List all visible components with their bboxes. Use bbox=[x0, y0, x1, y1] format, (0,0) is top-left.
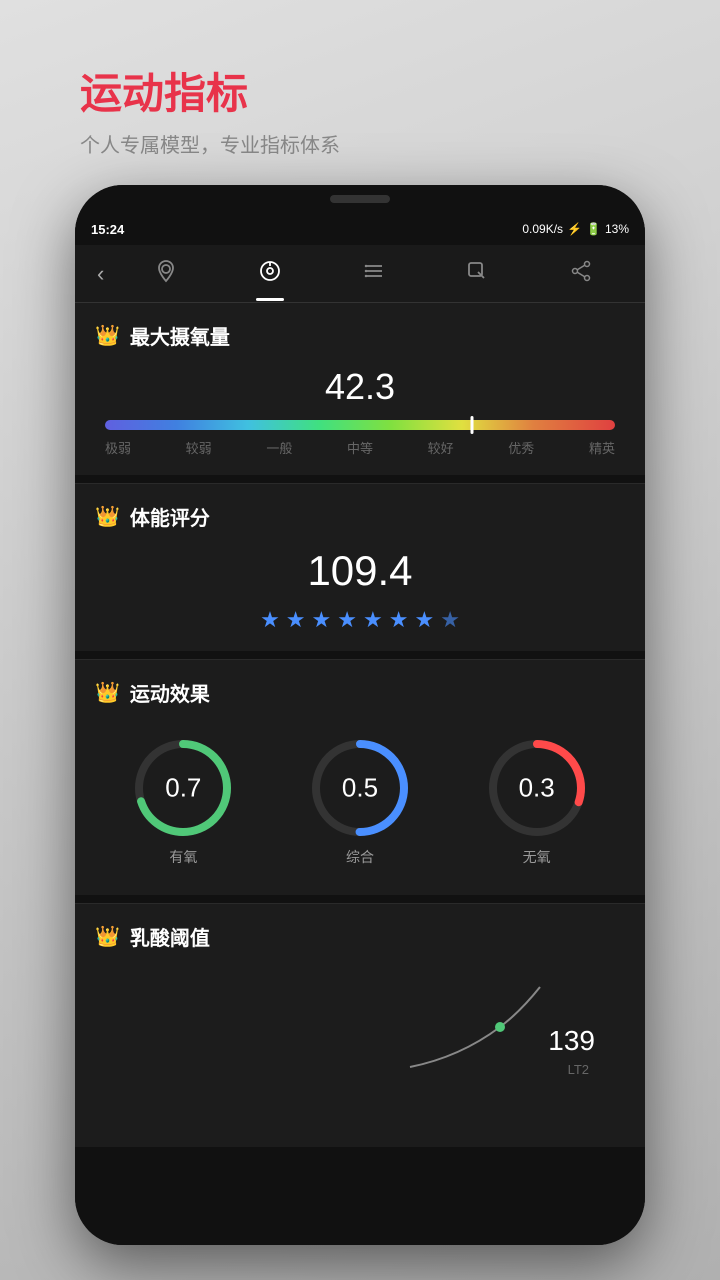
nav-share-icon[interactable] bbox=[561, 255, 601, 293]
effect-aerobic: 0.7 有氧 bbox=[128, 733, 238, 867]
nav-list-icon[interactable] bbox=[354, 255, 394, 293]
anaer-value: 0.3 bbox=[519, 773, 555, 804]
nav-icons bbox=[114, 255, 633, 293]
aerobic-circle-container: 0.7 bbox=[128, 733, 238, 843]
comp-center: 0.5 bbox=[342, 773, 378, 804]
gauge-label-3: 中等 bbox=[347, 438, 373, 457]
comp-value: 0.5 bbox=[342, 773, 378, 804]
nav-activity-icon[interactable] bbox=[250, 255, 290, 293]
aerobic-center: 0.7 bbox=[165, 773, 201, 804]
lactate-chart-area: 139 LT2 bbox=[95, 967, 625, 1087]
crown-icon-4: 👑 bbox=[95, 924, 120, 949]
crown-icon-3: 👑 bbox=[95, 680, 120, 705]
lactate-curve-svg bbox=[95, 967, 625, 1087]
nav-bar: ‹ bbox=[75, 245, 645, 303]
fitness-section: 👑 体能评分 109.4 ★ ★ ★ ★ ★ ★ ★ ★ bbox=[75, 484, 645, 651]
network-speed: 0.09K/s bbox=[522, 222, 563, 236]
star-2: ★ bbox=[286, 607, 306, 633]
gauge-label-6: 精英 bbox=[589, 438, 615, 457]
nav-map-icon[interactable] bbox=[146, 255, 186, 293]
page-title: 运动指标 bbox=[80, 60, 340, 121]
status-time: 15:24 bbox=[91, 222, 124, 237]
star-3: ★ bbox=[312, 607, 332, 633]
lactate-section: 👑 乳酸阈值 139 LT2 bbox=[75, 904, 645, 1147]
rainbow-bar-wrapper bbox=[105, 420, 615, 430]
vo2max-value: 42.3 bbox=[95, 366, 625, 408]
effect-title-row: 👑 运动效果 bbox=[95, 678, 625, 707]
nav-search-icon[interactable] bbox=[457, 255, 497, 293]
gauge-label-5: 优秀 bbox=[508, 438, 534, 457]
aerobic-value: 0.7 bbox=[165, 773, 201, 804]
star-7: ★ bbox=[414, 607, 434, 633]
effect-row: 0.7 有氧 0.5 bbox=[95, 723, 625, 877]
anaer-circle-container: 0.3 bbox=[482, 733, 592, 843]
vo2max-label: 最大摄氧量 bbox=[130, 321, 230, 350]
phone-top-bar bbox=[75, 185, 645, 213]
star-4: ★ bbox=[337, 607, 357, 633]
fitness-title-row: 👑 体能评分 bbox=[95, 502, 625, 531]
star-1: ★ bbox=[260, 607, 280, 633]
back-button[interactable]: ‹ bbox=[87, 261, 114, 287]
comp-circle-container: 0.5 bbox=[305, 733, 415, 843]
effect-comprehensive: 0.5 综合 bbox=[305, 733, 415, 867]
gauge-label-1: 较弱 bbox=[186, 438, 212, 457]
status-right: 0.09K/s ⚡ 🔋 13% bbox=[522, 222, 629, 236]
battery-pct: 13% bbox=[605, 222, 629, 236]
star-5: ★ bbox=[363, 607, 383, 633]
speaker bbox=[330, 195, 390, 203]
page-subtitle: 个人专属模型，专业指标体系 bbox=[80, 129, 340, 158]
battery-icon: 🔋 bbox=[586, 222, 601, 236]
status-bar: 15:24 0.09K/s ⚡ 🔋 13% bbox=[75, 213, 645, 245]
vo2max-section: 👑 最大摄氧量 42.3 极弱 较弱 一般 中等 较好 优秀 精英 bbox=[75, 303, 645, 475]
rainbow-bar bbox=[105, 420, 615, 430]
stars-row: ★ ★ ★ ★ ★ ★ ★ ★ bbox=[95, 607, 625, 633]
phone-content[interactable]: 👑 最大摄氧量 42.3 极弱 较弱 一般 中等 较好 优秀 精英 👑 bbox=[75, 303, 645, 1245]
gauge-marker bbox=[471, 416, 474, 434]
gauge-labels: 极弱 较弱 一般 中等 较好 优秀 精英 bbox=[105, 438, 615, 457]
vo2max-title-row: 👑 最大摄氧量 bbox=[95, 321, 625, 350]
effect-section: 👑 运动效果 0.7 有氧 bbox=[75, 660, 645, 895]
star-6: ★ bbox=[389, 607, 409, 633]
wifi-icon: ⚡ bbox=[567, 222, 582, 236]
lactate-label: 乳酸阈值 bbox=[130, 922, 210, 951]
gauge-label-2: 一般 bbox=[266, 438, 292, 457]
anaer-label: 无氧 bbox=[523, 847, 551, 867]
lactate-value: 139 bbox=[548, 1025, 595, 1057]
aerobic-label: 有氧 bbox=[169, 847, 197, 867]
effect-anaerobic: 0.3 无氧 bbox=[482, 733, 592, 867]
lactate-title-row: 👑 乳酸阈值 bbox=[95, 922, 625, 951]
lactate-lt2: LT2 bbox=[568, 1062, 589, 1077]
effect-label: 运动效果 bbox=[130, 678, 210, 707]
crown-icon-2: 👑 bbox=[95, 504, 120, 529]
crown-icon-1: 👑 bbox=[95, 323, 120, 348]
comp-label: 综合 bbox=[346, 847, 374, 867]
phone-frame: 15:24 0.09K/s ⚡ 🔋 13% ‹ bbox=[75, 185, 645, 1245]
star-8: ★ bbox=[440, 607, 460, 633]
fitness-label: 体能评分 bbox=[130, 502, 210, 531]
anaer-center: 0.3 bbox=[519, 773, 555, 804]
gauge-label-0: 极弱 bbox=[105, 438, 131, 457]
title-area: 运动指标 个人专属模型，专业指标体系 bbox=[80, 60, 340, 158]
gauge-label-4: 较好 bbox=[428, 438, 454, 457]
fitness-value: 109.4 bbox=[95, 547, 625, 595]
